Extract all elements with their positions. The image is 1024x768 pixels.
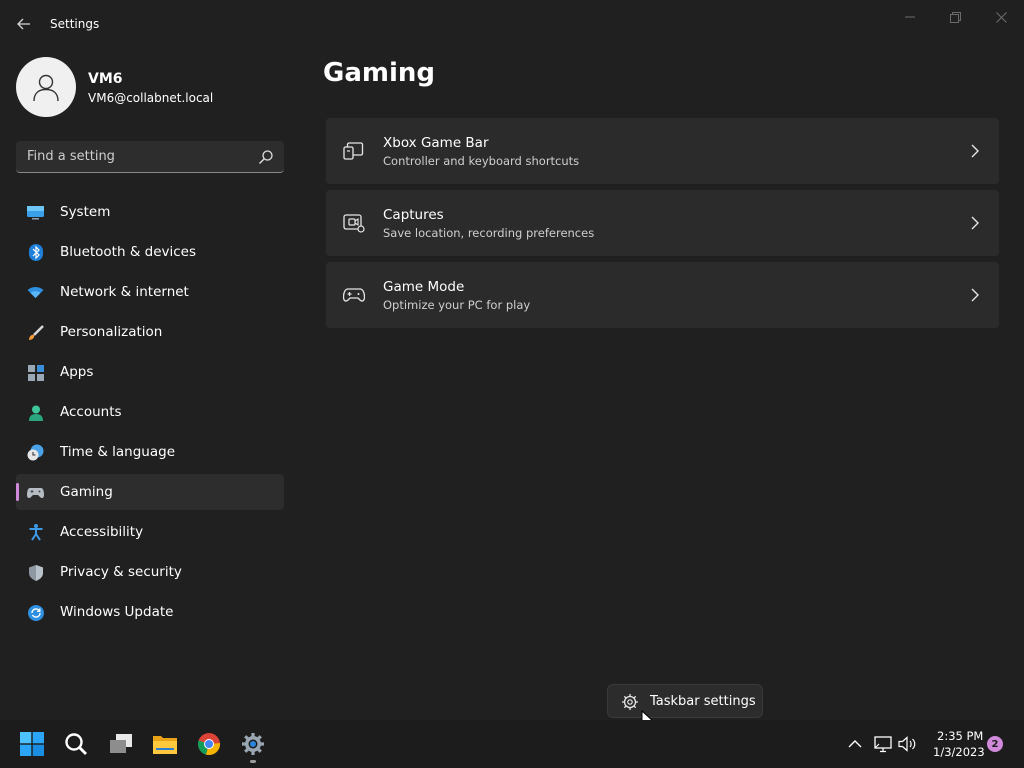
search-icon: [65, 733, 87, 755]
task-view-icon: [110, 734, 132, 753]
sidebar-item-windows-update[interactable]: Windows Update: [16, 594, 284, 630]
show-hidden-icons-button[interactable]: [845, 734, 865, 754]
captures-card[interactable]: Captures Save location, recording prefer…: [326, 190, 999, 256]
card-title: Captures: [383, 207, 444, 223]
apps-icon: [27, 364, 44, 381]
avatar[interactable]: [16, 57, 76, 117]
search-box[interactable]: [16, 141, 284, 173]
sidebar-item-privacy-security[interactable]: Privacy & security: [16, 554, 284, 590]
minimize-button[interactable]: [888, 6, 932, 28]
sidebar-item-label: Network & internet: [60, 284, 189, 300]
profile-email: VM6@collabnet.local: [88, 91, 214, 105]
network-tray-button[interactable]: [873, 734, 893, 754]
gear-icon: [622, 694, 638, 710]
card-title: Xbox Game Bar: [383, 135, 489, 151]
folder-icon: [153, 736, 177, 754]
chrome-icon: [197, 733, 221, 756]
taskbar-settings-menu-item[interactable]: Taskbar settings: [607, 684, 763, 718]
xbox-game-bar-card[interactable]: Xbox Game Bar Controller and keyboard sh…: [326, 118, 999, 184]
close-button[interactable]: [979, 6, 1023, 28]
shield-icon: [27, 564, 44, 581]
sidebar-item-label: Windows Update: [60, 604, 174, 620]
taskbar-settings-label: Taskbar settings: [650, 694, 756, 709]
sidebar-item-apps[interactable]: Apps: [16, 354, 284, 390]
chrome-button[interactable]: [193, 728, 225, 760]
taskbar: 2:35 PM 1/3/2023 2: [0, 720, 1024, 768]
card-title: Game Mode: [383, 279, 465, 295]
sidebar-item-system[interactable]: System: [16, 194, 284, 230]
sidebar-item-gaming[interactable]: Gaming: [16, 474, 284, 510]
clock-time[interactable]: 2:35 PM: [937, 729, 983, 743]
profile-name: VM6: [88, 71, 123, 87]
notification-badge[interactable]: 2: [987, 736, 1003, 752]
task-view-button[interactable]: [105, 728, 137, 760]
card-subtitle: Controller and keyboard shortcuts: [383, 154, 580, 168]
user-icon: [33, 74, 59, 102]
page-title: Gaming: [323, 58, 436, 88]
sidebar-item-bluetooth[interactable]: Bluetooth & devices: [16, 234, 284, 270]
back-button[interactable]: [12, 12, 36, 36]
sidebar-item-label: Apps: [60, 364, 94, 380]
chevron-up-icon: [848, 740, 862, 748]
sidebar-item-label: Time & language: [60, 444, 176, 460]
sidebar-item-personalization[interactable]: Personalization: [16, 314, 284, 350]
settings-taskbar-button[interactable]: [237, 728, 269, 760]
game-bar-icon: [343, 142, 364, 160]
accessibility-icon: [27, 524, 44, 541]
volume-tray-button[interactable]: [897, 734, 917, 754]
clock-globe-icon: [27, 444, 44, 461]
clock-date[interactable]: 1/3/2023: [933, 745, 985, 759]
search-input[interactable]: [16, 141, 252, 172]
restore-icon: [949, 11, 961, 23]
game-mode-card[interactable]: Game Mode Optimize your PC for play: [326, 262, 999, 328]
sidebar-item-label: Personalization: [60, 324, 163, 340]
sidebar-item-accessibility[interactable]: Accessibility: [16, 514, 284, 550]
capture-icon: [343, 214, 365, 233]
sidebar-item-label: Bluetooth & devices: [60, 244, 197, 260]
file-explorer-button[interactable]: [149, 728, 181, 760]
network-icon: [874, 735, 892, 752]
chevron-right-icon: [971, 288, 979, 302]
app-title: Settings: [50, 17, 100, 31]
active-app-indicator: [250, 760, 256, 763]
close-icon: [995, 11, 1007, 23]
bluetooth-icon: [27, 244, 44, 261]
chevron-right-icon: [971, 216, 979, 230]
title-bar: Settings: [0, 0, 1024, 48]
brush-icon: [27, 324, 44, 341]
sidebar-item-time-language[interactable]: Time & language: [16, 434, 284, 470]
update-icon: [27, 604, 44, 621]
minimize-icon: [905, 16, 915, 18]
sidebar-item-network[interactable]: Network & internet: [16, 274, 284, 310]
card-subtitle: Optimize your PC for play: [383, 298, 531, 312]
sidebar-item-label: Privacy & security: [60, 564, 182, 580]
monitor-icon: [27, 204, 44, 221]
taskbar-search-button[interactable]: [60, 728, 92, 760]
back-arrow-icon: [17, 18, 30, 30]
windows-logo-icon: [20, 732, 44, 756]
controller-icon: [343, 288, 365, 302]
sidebar-nav: System Bluetooth & devices Network & int…: [16, 194, 284, 634]
sidebar-item-accounts[interactable]: Accounts: [16, 394, 284, 430]
search-icon[interactable]: [258, 149, 274, 165]
person-icon: [27, 404, 44, 421]
maximize-button[interactable]: [933, 6, 977, 28]
sidebar-item-label: Gaming: [60, 484, 113, 500]
speaker-icon: [897, 736, 915, 752]
sidebar-item-label: Accessibility: [60, 524, 144, 540]
start-button[interactable]: [16, 728, 48, 760]
gamepad-icon: [27, 484, 44, 501]
sidebar-item-label: System: [60, 204, 111, 220]
gear-icon: [242, 733, 264, 755]
sidebar-item-label: Accounts: [60, 404, 122, 420]
chevron-right-icon: [971, 144, 979, 158]
wifi-icon: [27, 284, 44, 301]
card-subtitle: Save location, recording preferences: [383, 226, 595, 240]
